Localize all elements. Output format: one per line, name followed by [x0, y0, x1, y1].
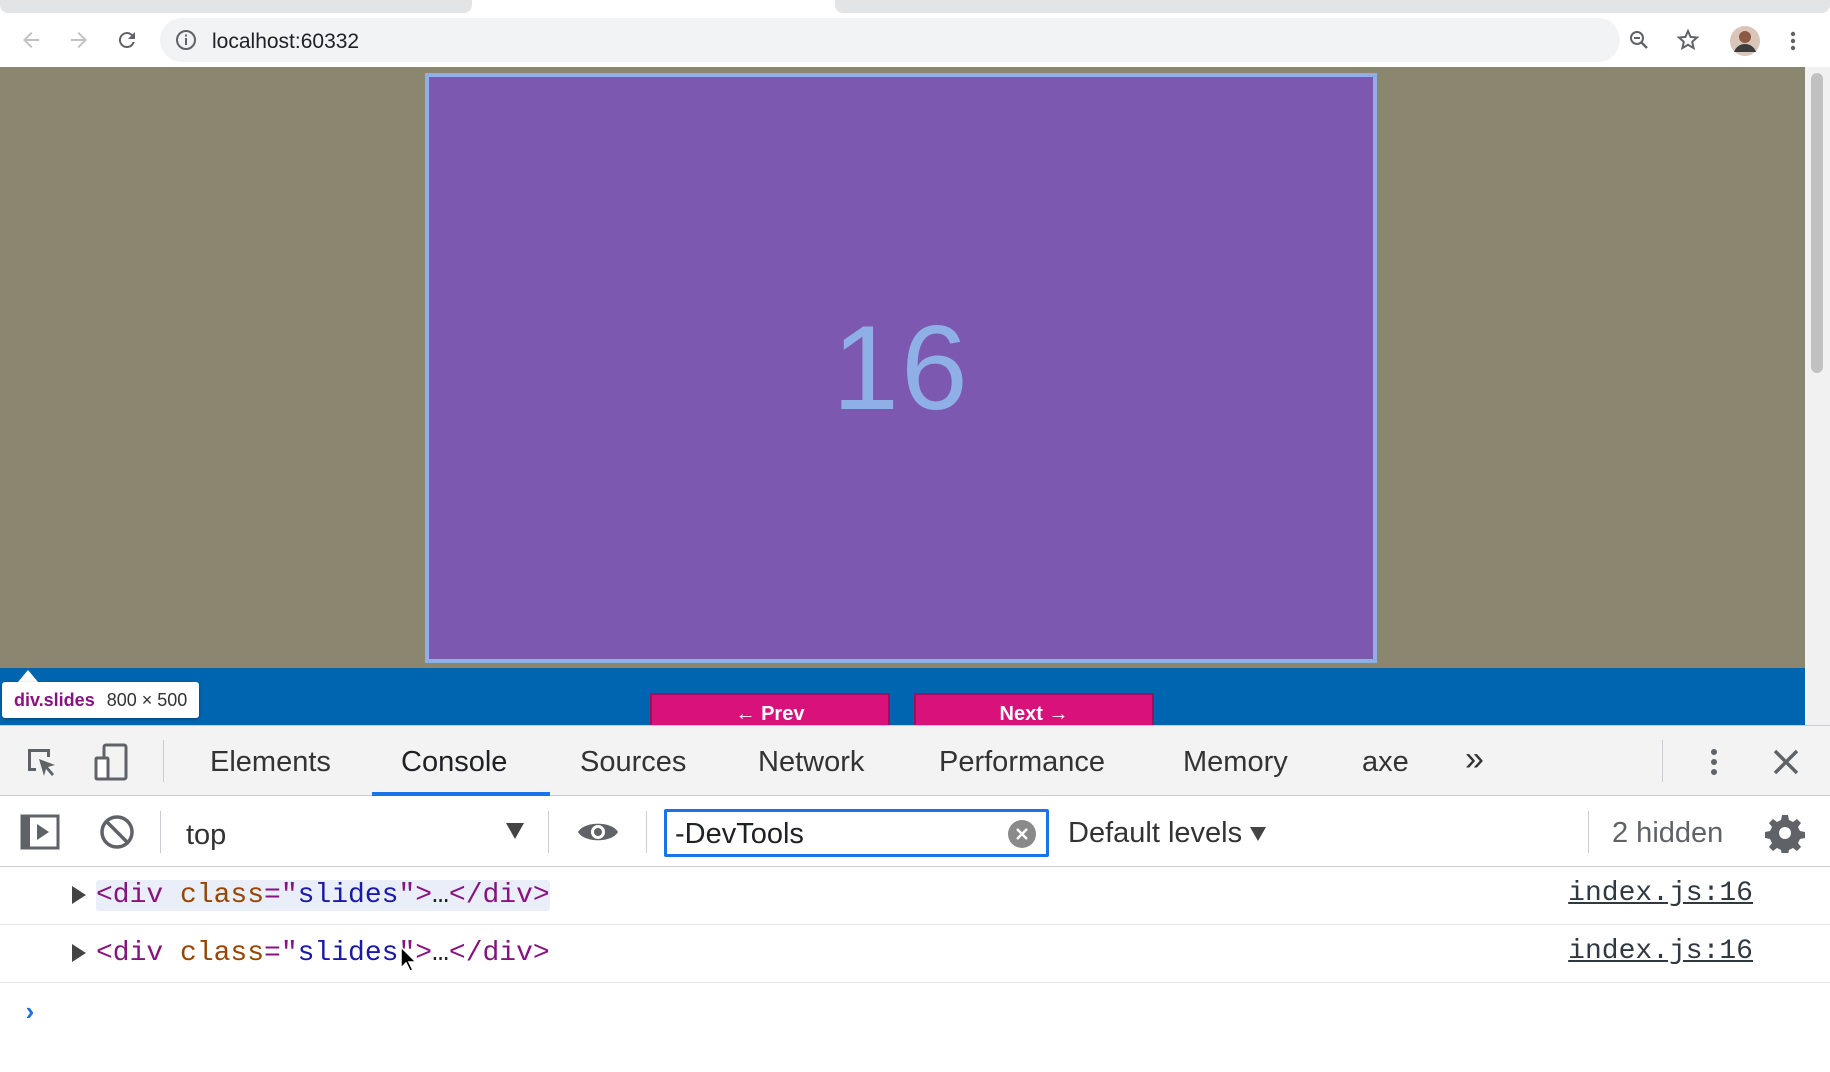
profile-avatar[interactable] — [1729, 25, 1761, 57]
expand-triangle-icon[interactable] — [72, 944, 86, 962]
address-bar: localhost:60332 — [0, 13, 1830, 67]
clear-filter-icon[interactable] — [1008, 820, 1036, 848]
chevron-down-icon — [506, 823, 524, 839]
chrome-menu-icon[interactable] — [1777, 25, 1809, 57]
source-link[interactable]: index.js:16 — [1568, 936, 1753, 967]
url-text: localhost:60332 — [212, 30, 360, 53]
log-levels-dropdown[interactable]: Default levels — [1068, 817, 1267, 850]
toolbar-divider — [1588, 811, 1589, 853]
devtools-panel: Elements Console Sources Network Perform… — [0, 725, 1830, 1072]
page-viewport: 16 ← Prev Next → — [0, 67, 1805, 725]
toolbar-divider — [1662, 740, 1663, 782]
back-button[interactable] — [16, 25, 46, 55]
tab-sources[interactable]: Sources — [580, 746, 686, 779]
toolbar-divider — [163, 740, 164, 782]
tooltip-arrow — [18, 670, 38, 682]
next-button[interactable]: Next → — [914, 693, 1154, 725]
browser-tab[interactable] — [0, 0, 472, 13]
chevron-down-icon — [1250, 827, 1267, 842]
inspect-tooltip: div.slides 800 × 500 — [2, 682, 200, 718]
more-tabs-icon[interactable]: » — [1465, 740, 1484, 779]
tab-strip — [0, 0, 1830, 13]
context-select[interactable]: top — [180, 811, 530, 853]
toolbar-divider — [646, 811, 647, 853]
filter-input[interactable] — [675, 816, 995, 852]
console-filter[interactable] — [664, 809, 1049, 857]
slides-container: 16 — [425, 73, 1377, 663]
hidden-count: 2 hidden — [1612, 817, 1724, 849]
pager-band — [0, 668, 1805, 725]
reload-button[interactable] — [112, 25, 142, 55]
tab-memory[interactable]: Memory — [1183, 746, 1288, 779]
tooltip-tag: div — [14, 690, 39, 710]
site-info-icon[interactable] — [174, 28, 198, 57]
console-message: <div class="slides">…</div> index.js:16 — [0, 926, 1830, 983]
tooltip-dimensions: 800 × 500 — [106, 690, 188, 710]
dom-node-preview[interactable]: <div class="slides">…</div> — [96, 880, 550, 911]
live-expression-eye-icon[interactable] — [574, 811, 622, 853]
page-scrollbar[interactable] — [1805, 67, 1830, 725]
tab-console[interactable]: Console — [401, 746, 507, 779]
forward-button[interactable] — [64, 25, 94, 55]
browser-tab[interactable] — [835, 0, 1830, 13]
log-levels-label: Default levels — [1068, 817, 1243, 849]
inspect-element-icon[interactable] — [22, 743, 62, 783]
show-sidebar-icon[interactable] — [18, 811, 62, 853]
tab-performance[interactable]: Performance — [939, 746, 1105, 779]
devtools-menu-icon[interactable] — [1700, 742, 1728, 782]
toolbar-divider — [548, 811, 549, 853]
bookmark-star-icon[interactable] — [1672, 24, 1704, 56]
tooltip-class: .slides — [38, 690, 95, 710]
console-settings-gear-icon[interactable] — [1762, 811, 1808, 855]
close-devtools-icon[interactable] — [1766, 742, 1806, 782]
omnibox[interactable]: localhost:60332 — [160, 18, 1700, 62]
clear-console-icon[interactable] — [96, 811, 138, 853]
browser-window: localhost:60332 16 ← Prev Next → div.sli… — [0, 0, 1830, 1072]
tab-elements[interactable]: Elements — [210, 746, 331, 779]
console-prompt[interactable]: › — [22, 998, 38, 1028]
source-link[interactable]: index.js:16 — [1568, 878, 1753, 909]
tab-network[interactable]: Network — [758, 746, 864, 779]
dom-node-preview[interactable]: <div class="slides">…</div> — [96, 938, 550, 969]
reload-icon — [118, 32, 135, 49]
active-tab-indicator — [372, 792, 550, 796]
expand-triangle-icon[interactable] — [72, 886, 86, 904]
console-toolbar: top Default levels 2 hidden — [0, 797, 1830, 867]
scrollbar-thumb[interactable] — [1811, 73, 1823, 373]
tab-axe[interactable]: axe — [1362, 746, 1409, 779]
console-message: <div class="slides">…</div> index.js:16 — [0, 868, 1830, 925]
slide-number: 16 — [832, 301, 970, 435]
prev-button[interactable]: ← Prev — [650, 693, 890, 725]
device-toolbar-icon[interactable] — [90, 740, 134, 784]
zoom-icon[interactable] — [1623, 24, 1655, 56]
forward-arrow-icon — [71, 32, 87, 48]
toolbar-divider — [160, 811, 161, 853]
context-value: top — [186, 819, 227, 851]
back-arrow-icon — [23, 32, 39, 48]
mouse-cursor-icon — [400, 945, 418, 977]
devtools-tabbar: Elements Console Sources Network Perform… — [0, 726, 1830, 796]
